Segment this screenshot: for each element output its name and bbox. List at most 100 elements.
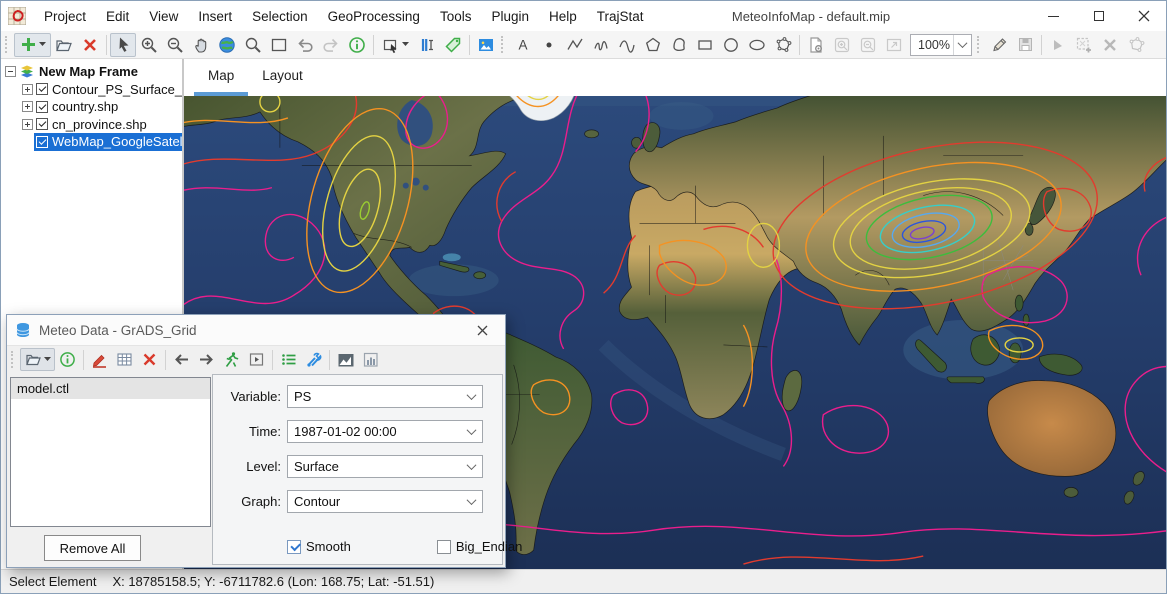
fit-to-screen-button[interactable] bbox=[881, 33, 907, 57]
remove-all-button[interactable]: Remove All bbox=[44, 535, 141, 561]
add-layer-button[interactable] bbox=[14, 33, 51, 57]
add-feature-button[interactable] bbox=[1071, 33, 1097, 57]
time-combo[interactable]: 1987-01-02 00:00 bbox=[287, 420, 483, 443]
open-file-button[interactable] bbox=[51, 33, 77, 57]
combo-dropdown[interactable] bbox=[461, 456, 482, 477]
draw-point-button[interactable] bbox=[536, 33, 562, 57]
menu-geoprocessing[interactable]: GeoProcessing bbox=[318, 1, 430, 31]
draw-polygon-button[interactable] bbox=[640, 33, 666, 57]
label-button[interactable] bbox=[440, 33, 466, 57]
tree-layer-province[interactable]: cn_province.shp bbox=[1, 116, 182, 134]
expand-icon[interactable] bbox=[22, 101, 33, 112]
dialog-tools-button[interactable] bbox=[301, 348, 326, 371]
chevron-down-icon bbox=[467, 425, 477, 435]
combo-dropdown[interactable] bbox=[461, 491, 482, 512]
floppy-icon bbox=[1017, 36, 1034, 53]
zoom-in-tool-button[interactable] bbox=[136, 33, 162, 57]
combo-dropdown[interactable] bbox=[461, 421, 482, 442]
dialog-draw-button[interactable] bbox=[87, 348, 112, 371]
edit-select-button[interactable] bbox=[1045, 33, 1071, 57]
dialog-title-bar[interactable]: Meteo Data - GrADS_Grid bbox=[7, 315, 505, 346]
tree-layer-webmap[interactable]: WebMap_GoogleSatell bbox=[1, 133, 182, 151]
menu-insert[interactable]: Insert bbox=[188, 1, 242, 31]
collapse-icon[interactable] bbox=[5, 66, 16, 77]
zoom-combo-dropdown[interactable] bbox=[953, 35, 971, 55]
rectangle-select-button[interactable] bbox=[266, 33, 292, 57]
maximize-button[interactable] bbox=[1076, 1, 1121, 31]
start-edit-button[interactable] bbox=[986, 33, 1012, 57]
redo-button[interactable] bbox=[318, 33, 344, 57]
dialog-table-button[interactable] bbox=[112, 348, 137, 371]
menu-plugin[interactable]: Plugin bbox=[481, 1, 539, 31]
menu-project[interactable]: Project bbox=[34, 1, 96, 31]
add-image-layer-button[interactable] bbox=[473, 33, 499, 57]
measure-button[interactable] bbox=[414, 33, 440, 57]
draw-freehand-button[interactable] bbox=[588, 33, 614, 57]
dialog-info-button[interactable] bbox=[55, 348, 80, 371]
layer-visibility-checkbox[interactable] bbox=[36, 101, 48, 113]
big-endian-checkbox[interactable] bbox=[437, 540, 451, 554]
page-zoom-in-button[interactable] bbox=[829, 33, 855, 57]
draw-polyline-button[interactable] bbox=[562, 33, 588, 57]
dialog-prev-time-button[interactable] bbox=[169, 348, 194, 371]
tab-map[interactable]: Map bbox=[194, 59, 248, 96]
dialog-next-time-button[interactable] bbox=[194, 348, 219, 371]
dialog-open-button[interactable] bbox=[20, 348, 55, 371]
smooth-checkbox[interactable] bbox=[287, 540, 301, 554]
minimize-button[interactable] bbox=[1031, 1, 1076, 31]
graph-combo[interactable]: Contour bbox=[287, 490, 483, 513]
combo-dropdown[interactable] bbox=[461, 386, 482, 407]
layer-visibility-checkbox[interactable] bbox=[36, 118, 48, 130]
select-tool-button[interactable] bbox=[110, 33, 136, 57]
dialog-animator-button[interactable] bbox=[244, 348, 269, 371]
dialog-1d-plot-button[interactable] bbox=[358, 348, 383, 371]
layer-visibility-checkbox[interactable] bbox=[36, 136, 48, 148]
draw-curve-button[interactable] bbox=[614, 33, 640, 57]
zoom-level-combo[interactable]: 100% bbox=[910, 34, 972, 56]
dialog-settings-list-button[interactable] bbox=[276, 348, 301, 371]
remove-layer-button[interactable] bbox=[77, 33, 103, 57]
page-setup-button[interactable] bbox=[803, 33, 829, 57]
level-combo[interactable]: Surface bbox=[287, 455, 483, 478]
undo-button[interactable] bbox=[292, 33, 318, 57]
draw-text-button[interactable]: A bbox=[510, 33, 536, 57]
expand-icon[interactable] bbox=[22, 84, 33, 95]
pan-tool-button[interactable] bbox=[188, 33, 214, 57]
variable-combo[interactable]: PS bbox=[287, 385, 483, 408]
tree-layer-contour[interactable]: Contour_PS_Surface_19 bbox=[1, 81, 182, 99]
reshape-feature-button[interactable] bbox=[1123, 33, 1149, 57]
dialog-section-plot-button[interactable] bbox=[333, 348, 358, 371]
tab-layout[interactable]: Layout bbox=[248, 59, 317, 96]
save-edit-button[interactable] bbox=[1012, 33, 1038, 57]
dialog-close-button[interactable] bbox=[467, 317, 497, 343]
draw-ellipse-button[interactable] bbox=[744, 33, 770, 57]
smooth-checkbox-group[interactable]: Smooth bbox=[287, 539, 351, 554]
layer-visibility-checkbox[interactable] bbox=[36, 83, 48, 95]
delete-feature-button[interactable] bbox=[1097, 33, 1123, 57]
big-endian-checkbox-group[interactable]: Big_Endian bbox=[437, 539, 523, 554]
tree-root-map-frame[interactable]: New Map Frame bbox=[1, 63, 182, 81]
dialog-animate-button[interactable] bbox=[219, 348, 244, 371]
draw-rectangle-button[interactable] bbox=[692, 33, 718, 57]
edit-vertices-button[interactable] bbox=[770, 33, 796, 57]
identify-button[interactable] bbox=[344, 33, 370, 57]
menu-help[interactable]: Help bbox=[539, 1, 587, 31]
menu-view[interactable]: View bbox=[139, 1, 188, 31]
draw-freehand-polygon-button[interactable] bbox=[666, 33, 692, 57]
dialog-remove-button[interactable] bbox=[137, 348, 162, 371]
close-button[interactable] bbox=[1121, 1, 1166, 31]
data-file-item[interactable]: model.ctl bbox=[11, 378, 210, 399]
zoom-out-tool-button[interactable] bbox=[162, 33, 188, 57]
zoom-to-layer-button[interactable] bbox=[240, 33, 266, 57]
tree-layer-country[interactable]: country.shp bbox=[1, 98, 182, 116]
menu-trajstat[interactable]: TrajStat bbox=[587, 1, 654, 31]
expand-icon[interactable] bbox=[22, 119, 33, 130]
arrow-right-icon bbox=[198, 352, 215, 367]
menu-tools[interactable]: Tools bbox=[430, 1, 482, 31]
menu-edit[interactable]: Edit bbox=[96, 1, 139, 31]
page-zoom-out-button[interactable] bbox=[855, 33, 881, 57]
full-extent-button[interactable] bbox=[214, 33, 240, 57]
draw-circle-button[interactable] bbox=[718, 33, 744, 57]
select-feature-button[interactable] bbox=[377, 33, 414, 57]
menu-selection[interactable]: Selection bbox=[242, 1, 318, 31]
